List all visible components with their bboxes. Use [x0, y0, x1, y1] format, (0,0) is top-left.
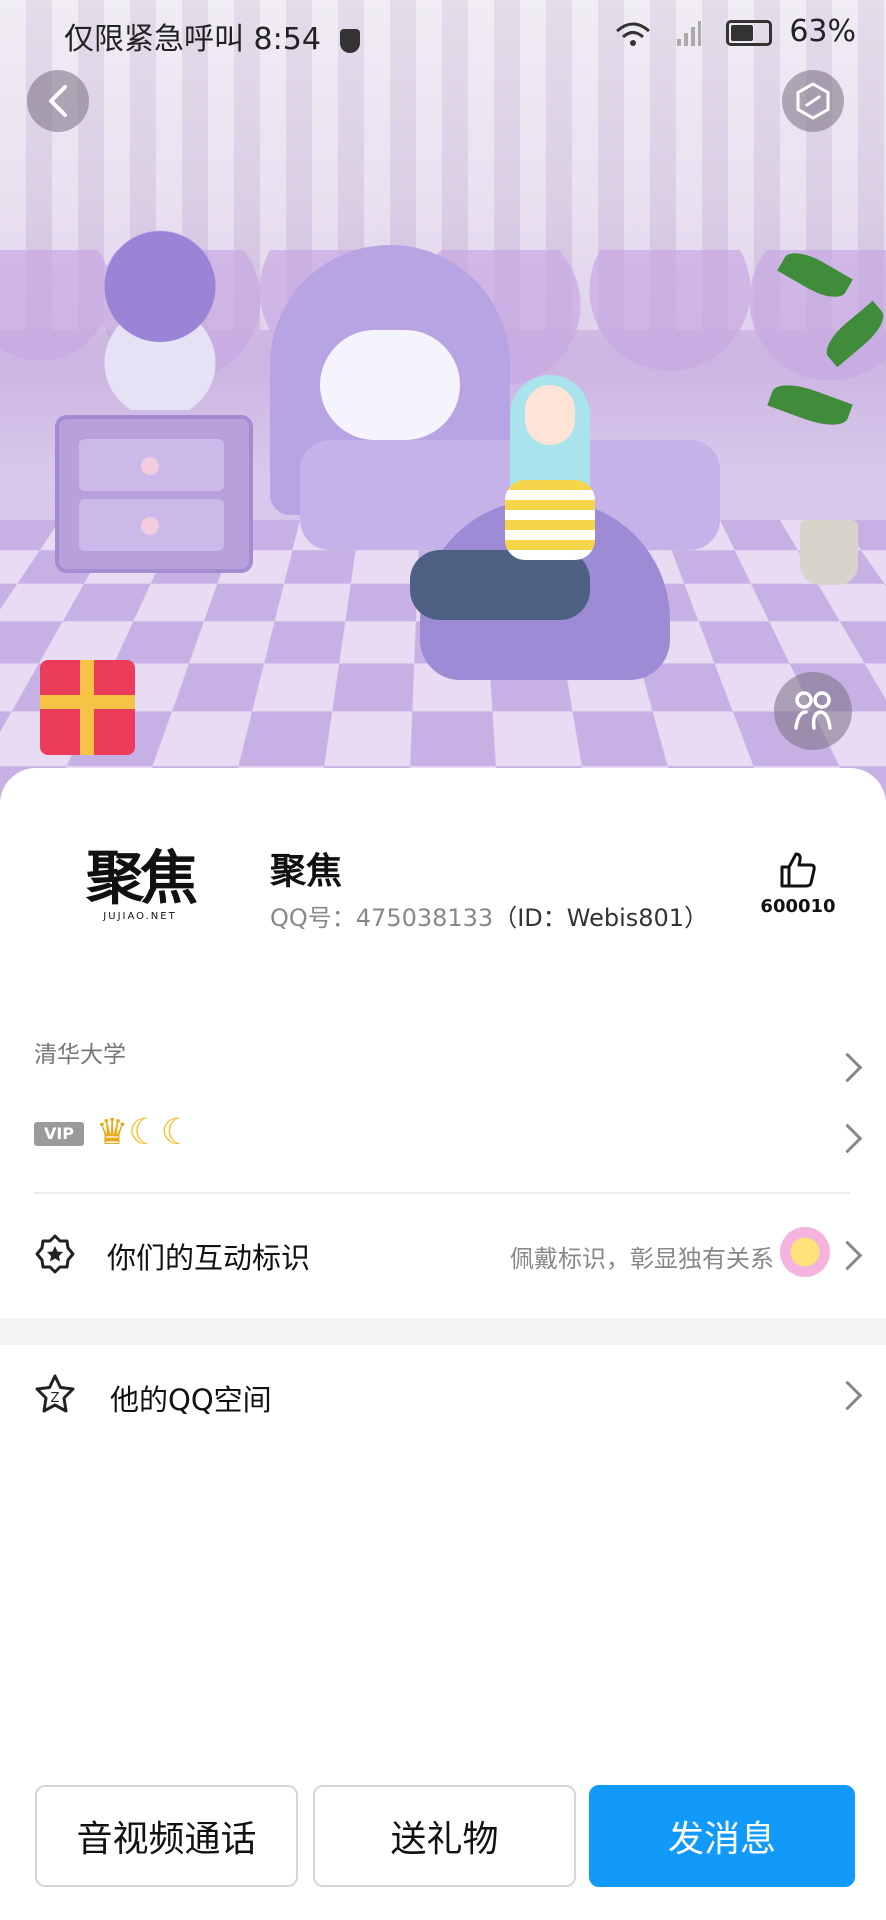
bed-face: [320, 330, 460, 440]
moon-icon: ☾: [160, 1112, 193, 1153]
send-message-button[interactable]: 发消息: [589, 1785, 855, 1887]
avatar-legs: [410, 550, 590, 620]
battery-percent: 63%: [789, 14, 856, 49]
wifi-icon: [615, 22, 650, 46]
thumbs-up-icon: [780, 852, 816, 888]
badge-star-icon: [35, 1234, 75, 1274]
qzone-star-icon: Z: [35, 1374, 75, 1413]
svg-text:Z: Z: [51, 1391, 60, 1406]
plush-toy: [85, 220, 235, 410]
signal-icon: [677, 20, 702, 46]
qq-info: QQ号：475038133（ID：Webis801）: [270, 898, 708, 933]
like-count: 600010: [760, 896, 836, 917]
gift-box-icon[interactable]: [40, 660, 135, 755]
clock: 8:54: [253, 22, 321, 57]
avatar-room-scene: [0, 0, 886, 800]
user-id: （ID：Webis801）: [493, 904, 709, 932]
plant-pot: [800, 520, 858, 585]
chevron-right-icon: [832, 1052, 863, 1083]
hexagon-icon: [796, 82, 830, 120]
chevron-left-icon: [49, 85, 67, 117]
flower-badge-icon: [780, 1227, 830, 1277]
profile-avatar[interactable]: 聚焦 JUJIAO.NET: [60, 840, 220, 930]
avatar-pair-icon: [794, 691, 832, 730]
avatar-dress-button[interactable]: [774, 672, 852, 750]
crown-icon: ♛: [96, 1112, 129, 1153]
section-gap: [0, 1318, 886, 1345]
logo-subtext: JUJIAO.NET: [103, 910, 177, 922]
carrier-text: 仅限紧急呼叫: [64, 22, 244, 57]
chevron-right-icon: [832, 1240, 863, 1271]
send-gift-button[interactable]: 送礼物: [313, 1785, 576, 1887]
nightstand: [55, 415, 253, 573]
battery-icon: [725, 19, 772, 46]
logo-text: 聚焦: [85, 843, 198, 912]
moon-icon: ☾: [128, 1112, 161, 1153]
status-bar: 仅限紧急呼叫 8:54 63%: [0, 0, 886, 64]
school-name: 清华大学: [34, 1042, 126, 1068]
qzone-row[interactable]: Z 他的QQ空间: [0, 1355, 886, 1435]
shield-icon: [340, 28, 361, 53]
status-right: 63%: [613, 14, 856, 49]
chevron-right-icon: [832, 1380, 863, 1411]
avatar-face: [525, 385, 575, 445]
chevron-right-icon: [832, 1123, 863, 1154]
like-button[interactable]: 600010: [756, 850, 840, 917]
video-call-button[interactable]: 音视频通话: [35, 1785, 298, 1887]
vip-row[interactable]: VIP ♛☾☾: [0, 1108, 886, 1168]
settings-hex-button[interactable]: [782, 70, 844, 132]
qzone-label: 他的QQ空间: [110, 1383, 272, 1417]
vip-level-icons: ♛☾☾: [96, 1112, 193, 1153]
interaction-badge-row[interactable]: 你们的互动标识 佩戴标识，彰显独有关系: [0, 1215, 886, 1295]
nickname: 聚焦: [270, 851, 343, 892]
interaction-description: 佩戴标识，彰显独有关系: [510, 1245, 774, 1273]
back-button[interactable]: [27, 70, 89, 132]
qq-number: QQ号：475038133: [270, 904, 494, 932]
school-row[interactable]: 清华大学: [0, 1035, 886, 1091]
interaction-label: 你们的互动标识: [107, 1241, 311, 1275]
divider: [34, 1192, 850, 1194]
vip-tag: VIP: [34, 1122, 84, 1146]
avatar-shirt: [505, 480, 595, 560]
status-left: 仅限紧急呼叫 8:54: [64, 14, 361, 58]
